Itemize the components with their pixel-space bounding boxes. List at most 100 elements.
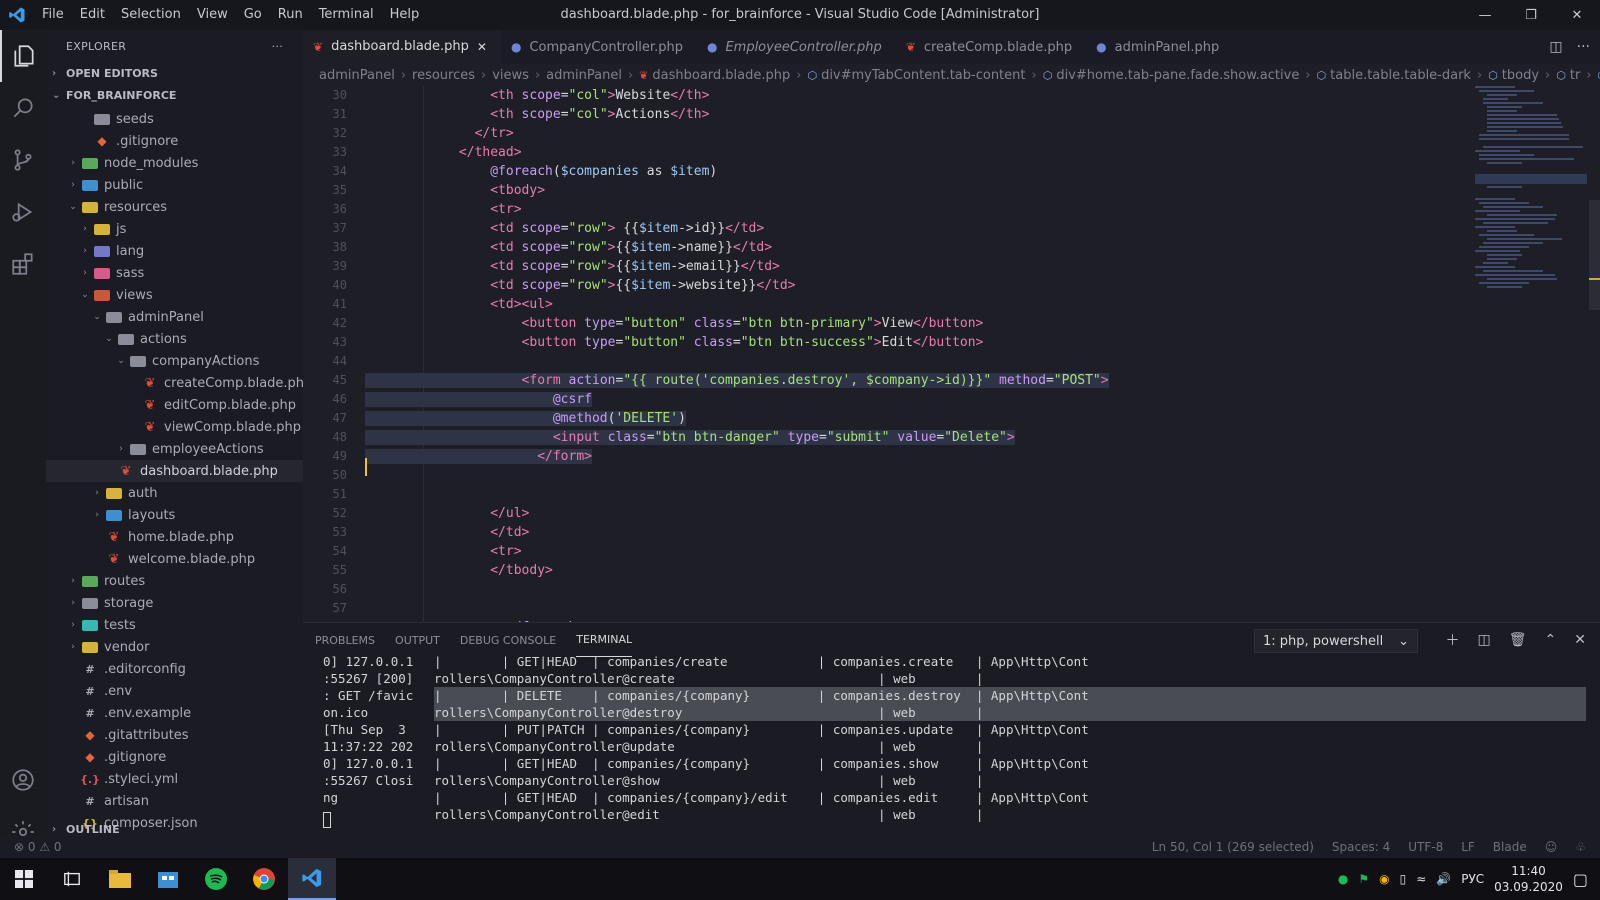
code-line[interactable] xyxy=(365,580,1465,599)
code-editor[interactable]: 30 31 32 33 34 35 36 37 38 39 40 41 42 43 44 45 46 47 48 49… xyxy=(303,86,1600,622)
search-icon[interactable] xyxy=(0,82,46,134)
menu-item-view[interactable]: View xyxy=(189,0,236,30)
accounts-icon[interactable] xyxy=(0,754,46,806)
file-item[interactable]: ❦ dashboard.blade.php xyxy=(46,460,303,482)
minimize-icon[interactable]: — xyxy=(1462,0,1508,30)
code-line[interactable]: <input class="btn btn-danger" type="subm… xyxy=(365,428,1465,447)
file-item[interactable]: ❦ welcome.blade.php xyxy=(46,548,303,570)
menu-item-file[interactable]: File xyxy=(34,0,72,30)
file-item[interactable]: {.} .styleci.yml xyxy=(46,768,303,790)
chrome-icon[interactable] xyxy=(240,858,288,900)
breadcrumb-item[interactable]: resources xyxy=(412,68,475,83)
notifications-bell-icon[interactable]: ♧ xyxy=(1575,840,1586,854)
spotify-tray-icon[interactable]: ● xyxy=(1338,872,1348,886)
problems-count[interactable]: ⊗ 0 ⚠ 0 xyxy=(14,840,62,854)
code-line[interactable]: <form action = "{{ route('companies.destro… xyxy=(365,371,1465,390)
breadcrumb-item[interactable]: ⬡ tr xyxy=(1556,68,1580,83)
tab-adminpanel-php[interactable]: ● adminPanel.php xyxy=(1086,30,1233,64)
file-item[interactable]: ◆ .gitattributes xyxy=(46,724,303,746)
notification-center-icon[interactable]: ▢ xyxy=(1573,870,1588,889)
tab-dashboard-blade-php[interactable]: ❦ dashboard.blade.php ✕ xyxy=(303,30,501,64)
store-icon[interactable] xyxy=(144,858,192,900)
editor-scrollbar[interactable] xyxy=(1589,200,1600,310)
code-line[interactable]: </ul> xyxy=(365,504,1465,523)
windows-start-icon[interactable] xyxy=(0,858,48,900)
file-item[interactable]: ◆ .gitignore xyxy=(46,130,303,152)
feedback-icon[interactable]: ☺ xyxy=(1545,840,1558,854)
trash-icon[interactable]: 🗑 xyxy=(1509,632,1527,648)
code-line[interactable]: <td><ul> xyxy=(365,295,1465,314)
folder-item[interactable]: ⌄ views xyxy=(46,284,303,306)
folder-item[interactable]: › employeeActions xyxy=(46,438,303,460)
breadcrumb-item[interactable]: ⬡ div#myTabContent.tab-content xyxy=(807,68,1025,83)
breadcrumb-item[interactable]: ⬡ tbody xyxy=(1488,68,1539,83)
breadcrumb-item[interactable]: adminPanel xyxy=(546,68,622,83)
code-line[interactable]: <tbody> xyxy=(365,181,1465,200)
task-view-icon[interactable] xyxy=(48,858,96,900)
source-control-icon[interactable] xyxy=(0,134,46,186)
breadcrumb-item[interactable]: ⬡ div#home.tab-pane.fade.show.active xyxy=(1043,68,1300,83)
folder-item[interactable]: › public xyxy=(46,174,303,196)
folder-item[interactable]: seeds xyxy=(46,108,303,130)
code-line[interactable]: @method('DELETE') xyxy=(365,409,1465,428)
panel-tab-problems[interactable]: PROBLEMS xyxy=(315,623,375,657)
restore-icon[interactable]: ❐ xyxy=(1508,0,1554,30)
close-window-icon[interactable]: ✕ xyxy=(1554,0,1600,30)
encoding[interactable]: UTF-8 xyxy=(1408,840,1443,854)
folder-item[interactable]: ⌄ resources xyxy=(46,196,303,218)
extensions-icon[interactable] xyxy=(0,238,46,290)
tab-companycontroller-php[interactable]: ● CompanyController.php xyxy=(501,30,697,64)
code-line[interactable] xyxy=(365,466,1465,485)
split-terminal-icon[interactable]: ◫ xyxy=(1478,632,1491,648)
file-item[interactable]: # .env xyxy=(46,680,303,702)
explorer-icon[interactable] xyxy=(0,30,46,82)
tab-employeecontroller-php[interactable]: ● EmployeeController.php xyxy=(697,30,896,64)
folder-item[interactable]: › layouts xyxy=(46,504,303,526)
code-line[interactable]: @csrf xyxy=(365,390,1465,409)
indentation[interactable]: Spaces: 4 xyxy=(1332,840,1390,854)
volume-icon[interactable]: 🔊 xyxy=(1436,872,1451,886)
folder-item[interactable]: › vendor xyxy=(46,636,303,658)
folder-item[interactable]: › sass xyxy=(46,262,303,284)
code-line[interactable]: <th scope="col">Website</th> xyxy=(365,86,1465,105)
file-item[interactable]: ❦ home.blade.php xyxy=(46,526,303,548)
code-line[interactable]: <td scope="row">{{$item->website}}</td> xyxy=(365,276,1465,295)
code-line[interactable]: <td scope="row"> {{$item->id}}</td> xyxy=(365,219,1465,238)
menu-item-edit[interactable]: Edit xyxy=(72,0,113,30)
code-line[interactable]: <td scope="row">{{$item->email}}</td> xyxy=(365,257,1465,276)
flag-tray-icon[interactable]: ⚑ xyxy=(1358,872,1369,886)
code-line[interactable]: <th scope="col">Actions</th> xyxy=(365,105,1465,124)
menu-item-run[interactable]: Run xyxy=(270,0,311,30)
spotify-icon[interactable] xyxy=(192,858,240,900)
code-line[interactable]: @foreach($companies as $item) xyxy=(365,162,1465,181)
code-line[interactable]: </tr> xyxy=(365,124,1465,143)
breadcrumb-item[interactable]: ⬡ table.table.table-dark xyxy=(1317,68,1471,83)
more-editor-actions-icon[interactable]: ··· xyxy=(1577,39,1590,55)
code-line[interactable]: </td> xyxy=(365,523,1465,542)
vscode-taskbar-icon[interactable] xyxy=(288,858,336,900)
file-item[interactable]: ❦ viewComp.blade.php xyxy=(46,416,303,438)
file-explorer-icon[interactable] xyxy=(96,858,144,900)
minimap[interactable] xyxy=(1475,86,1587,622)
menu-item-help[interactable]: Help xyxy=(382,0,428,30)
menu-item-go[interactable]: Go xyxy=(236,0,270,30)
file-item[interactable]: ◆ .gitignore xyxy=(46,746,303,768)
panel-tab-output[interactable]: OUTPUT xyxy=(395,623,440,657)
file-item[interactable]: # artisan xyxy=(46,790,303,812)
close-panel-icon[interactable]: ✕ xyxy=(1574,632,1586,648)
cursor-position[interactable]: Ln 50, Col 1 (269 selected) xyxy=(1152,840,1314,854)
code-line[interactable]: <tr> xyxy=(365,542,1465,561)
usb-tray-icon[interactable]: ▯ xyxy=(1400,872,1407,886)
folder-item[interactable]: › auth xyxy=(46,482,303,504)
chrome-tray-icon[interactable]: ◉ xyxy=(1379,872,1389,886)
file-item[interactable]: # .editorconfig xyxy=(46,658,303,680)
more-actions-icon[interactable]: ··· xyxy=(272,40,283,53)
folder-item[interactable]: › routes xyxy=(46,570,303,592)
folder-item[interactable]: › js xyxy=(46,218,303,240)
code-line[interactable] xyxy=(365,352,1465,371)
new-terminal-icon[interactable]: ＋ xyxy=(1446,630,1460,650)
input-language[interactable]: РУС xyxy=(1461,872,1484,886)
terminal-output[interactable]: 0] 127.0.0.1 | | GET|HEAD | companies/cre… xyxy=(303,653,1600,823)
breadcrumb-item[interactable]: adminPanel xyxy=(319,68,395,83)
open-editors-section[interactable]: › OPEN EDITORS xyxy=(46,62,303,84)
